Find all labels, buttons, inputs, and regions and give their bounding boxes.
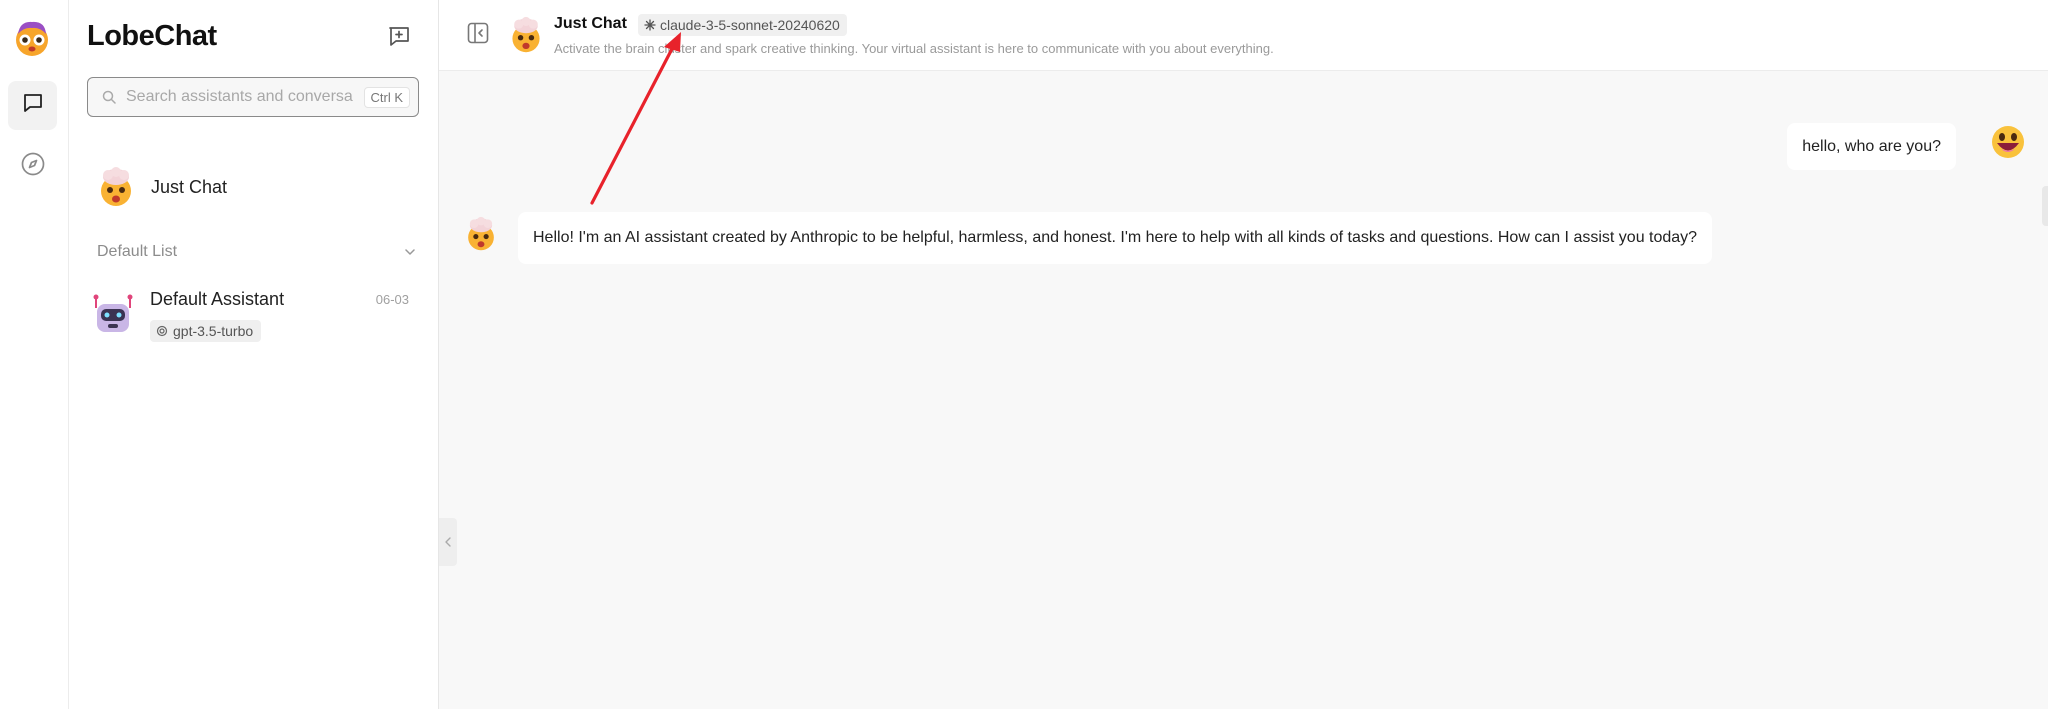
chevron-left-icon <box>443 536 453 548</box>
search-icon <box>102 90 116 104</box>
session-item-date: 06-03 <box>375 292 409 307</box>
nav-rail <box>0 0 69 709</box>
group-header-default-list[interactable]: Default List <box>97 240 417 264</box>
search-input[interactable] <box>126 88 364 106</box>
search-box[interactable]: Ctrl K <box>87 77 419 117</box>
app-logo: LobeChat <box>87 20 217 52</box>
chevron-down-icon <box>403 245 417 259</box>
anthropic-star-icon <box>644 19 656 31</box>
assistant-message-avatar-icon[interactable] <box>463 216 499 252</box>
chat-main: Just Chat claude-3-5-sonnet-20240620 Act… <box>439 0 2048 709</box>
openai-icon <box>156 325 168 337</box>
assistant-message: Hello! I'm an AI assistant created by An… <box>518 212 1713 264</box>
toggle-sidebar-button[interactable] <box>465 22 491 48</box>
message-plus-icon <box>387 24 411 53</box>
session-item-label: Just Chat <box>151 176 228 197</box>
group-label: Default List <box>97 243 178 260</box>
right-panel-handle[interactable] <box>2042 186 2048 226</box>
assistant-avatar-icon[interactable] <box>507 16 545 54</box>
grinning-face-icon[interactable] <box>1990 124 2026 160</box>
rail-discover-button[interactable] <box>8 142 57 191</box>
chat-title: Just Chat <box>554 15 627 32</box>
model-tag-label: gpt-3.5-turbo <box>173 323 254 339</box>
chat-header: Just Chat claude-3-5-sonnet-20240620 Act… <box>439 0 2048 71</box>
new-chat-button[interactable] <box>385 24 413 52</box>
chat-bubble-icon <box>21 91 45 120</box>
rail-chat-button[interactable] <box>8 81 57 130</box>
user-avatar-icon[interactable] <box>12 18 52 58</box>
session-item-default-assistant[interactable]: Default Assistant 06-03 gpt-3.5-turbo <box>87 280 419 352</box>
exploding-head-icon <box>95 166 137 208</box>
compass-icon <box>20 151 46 182</box>
search-shortcut-badge: Ctrl K <box>363 86 410 108</box>
session-panel: LobeChat Ctrl K Just Chat Default List <box>69 0 439 709</box>
session-item-just-chat[interactable]: Just Chat <box>87 163 419 211</box>
model-tag: gpt-3.5-turbo <box>150 320 262 342</box>
panel-left-icon <box>466 21 490 50</box>
user-message: hello, who are you? <box>1787 123 1956 170</box>
collapse-panel-handle[interactable] <box>439 518 457 566</box>
robot-icon <box>91 292 135 336</box>
session-item-title: Default Assistant <box>150 289 285 309</box>
chat-description: Activate the brain cluster and spark cre… <box>554 41 1274 56</box>
header-model-label: claude-3-5-sonnet-20240620 <box>660 17 840 33</box>
header-model-tag[interactable]: claude-3-5-sonnet-20240620 <box>638 14 847 36</box>
